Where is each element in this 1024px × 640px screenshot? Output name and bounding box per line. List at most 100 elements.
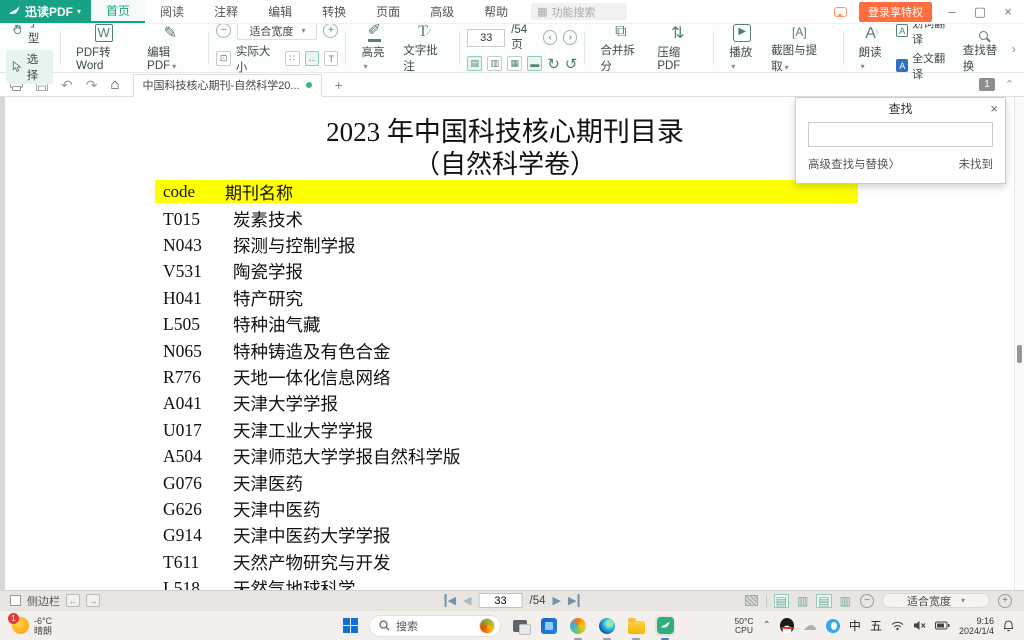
single-page-view-button[interactable]: ▤ <box>467 56 482 71</box>
table-row: H041特产研究 <box>163 285 461 311</box>
single-page-mode-button[interactable]: ▤ <box>775 595 788 607</box>
ime-chinese-icon[interactable]: 中 <box>849 617 861 634</box>
zoom-mode-select[interactable]: 适合宽度▾ <box>882 593 990 608</box>
wifi-icon[interactable] <box>891 620 904 631</box>
capture-icon: [A] <box>792 22 807 40</box>
rotate-cw-icon[interactable]: ↻ <box>547 55 560 73</box>
cpu-widget[interactable]: 50°C CPU <box>735 617 754 635</box>
find-input[interactable] <box>808 122 993 147</box>
four-page-view-button[interactable]: ▦ <box>507 56 522 71</box>
document-tab[interactable]: 中国科技核心期刊-自然科学20... <box>133 74 322 97</box>
background-pattern-icon[interactable] <box>745 595 758 606</box>
document-page[interactable]: 2023 年中国科技核心期刊目录 （自然科学卷） code 期刊名称 T015炭… <box>0 97 1024 590</box>
file-explorer-icon[interactable] <box>626 616 646 636</box>
minimize-button[interactable]: – <box>944 4 960 19</box>
fit-width-view-button[interactable]: ▬ <box>527 56 542 71</box>
browser-360-icon[interactable] <box>568 616 588 636</box>
two-page-mode-button[interactable]: ▥ <box>796 595 809 607</box>
advanced-find-link[interactable]: 高级查找与替换〉 <box>808 156 900 172</box>
history-back-button[interactable]: ← <box>66 594 80 607</box>
actual-size-icon[interactable]: ⊡ <box>216 51 230 66</box>
continuous-mode-button[interactable]: ▤ <box>817 595 830 607</box>
first-page-button[interactable]: ◀ <box>445 594 456 607</box>
merge-split-button[interactable]: ⧉ 合并拆分 <box>592 22 649 74</box>
start-button[interactable] <box>340 616 360 636</box>
full-translate-button[interactable]: A 全文翻译 <box>896 50 950 82</box>
tray-expand-chevron[interactable]: ⌃ <box>763 620 771 631</box>
table-row: G626天津中医药 <box>163 496 461 522</box>
fit-width-select[interactable]: 适合宽度▾ <box>237 22 317 40</box>
rotate-ccw-icon[interactable]: ↺ <box>565 55 578 73</box>
play-button[interactable]: ▶ 播放▾ <box>721 24 763 72</box>
history-forward-button[interactable]: → <box>86 594 100 607</box>
ime-wubi-icon[interactable]: 五 <box>870 617 882 634</box>
pc-manager-icon[interactable] <box>826 619 840 633</box>
menu-tab-page[interactable]: 页面 <box>361 0 415 23</box>
menu-tab-home[interactable]: 首页 <box>91 0 145 23</box>
menu-tab-convert[interactable]: 转换 <box>307 0 361 23</box>
continuous-two-page-button[interactable]: ▥ <box>839 595 852 607</box>
function-search-input[interactable]: ▦ 功能搜索 <box>531 3 627 20</box>
zoom-in-button[interactable]: + <box>323 23 338 38</box>
notification-bell-icon[interactable] <box>1003 620 1014 632</box>
menu-tab-help[interactable]: 帮助 <box>469 0 523 23</box>
statusbar-page-input[interactable] <box>479 593 523 608</box>
feedback-bubble-icon[interactable] <box>834 7 847 17</box>
close-icon[interactable]: × <box>990 101 998 116</box>
next-page-button[interactable]: › <box>563 30 577 45</box>
home-button[interactable]: ⌂ <box>110 76 119 93</box>
sidebar-checkbox[interactable] <box>10 595 21 606</box>
menu-tab-annotate[interactable]: 注释 <box>199 0 253 23</box>
battery-icon[interactable] <box>935 621 950 630</box>
login-button[interactable]: 登录享特权 <box>859 2 932 22</box>
vertical-scrollbar[interactable] <box>1014 97 1024 590</box>
menu-tab-read[interactable]: 阅读 <box>145 0 199 23</box>
compress-pdf-button[interactable]: ⇅ 压缩PDF <box>649 24 706 72</box>
compress-icon: ⇅ <box>671 24 684 42</box>
menu-tab-edit[interactable]: 编辑 <box>253 0 307 23</box>
maximize-button[interactable]: ▢ <box>972 4 988 20</box>
zoom-out-button[interactable]: − <box>216 23 231 38</box>
scrollbar-thumb[interactable] <box>1017 345 1022 363</box>
qq-icon[interactable] <box>780 618 794 633</box>
weather-widget[interactable]: 1 -6°C 晴朗 <box>0 616 52 636</box>
toolbar-more-chevron[interactable]: › <box>1012 41 1018 56</box>
highlight-button[interactable]: ✐ 高亮▾ <box>353 24 395 72</box>
pdf-app-icon[interactable] <box>655 616 675 636</box>
notification-badge[interactable]: 1 <box>979 78 995 91</box>
clock[interactable]: 9:16 2024/1/4 <box>959 616 994 636</box>
two-page-view-button[interactable]: ▥ <box>487 56 502 71</box>
header-code: code <box>155 182 225 202</box>
zoom-in-button[interactable]: + <box>998 594 1012 608</box>
volume-muted-icon[interactable] <box>913 620 926 631</box>
app-icon-blue[interactable] <box>539 616 559 636</box>
table-row: G076天津医药 <box>163 470 461 496</box>
fit-page-button[interactable]: ∷ <box>285 51 299 66</box>
app-logo[interactable]: 迅读PDF ▾ <box>0 0 91 23</box>
redo-button[interactable]: ↷ <box>86 78 98 92</box>
capture-extract-button[interactable]: [A] 截图与提取▾ <box>763 22 836 74</box>
read-aloud-button[interactable]: A⁾ 朗读▾ <box>851 24 893 72</box>
pdf-to-word-button[interactable]: W PDF转Word <box>68 24 139 72</box>
last-page-button[interactable]: ▶ <box>568 594 579 607</box>
fit-text-button[interactable]: T <box>324 51 338 66</box>
close-button[interactable]: × <box>1000 4 1016 19</box>
menu-tab-advanced[interactable]: 高级 <box>415 0 469 23</box>
task-view-button[interactable] <box>510 616 530 636</box>
collapse-toolbar-chevron[interactable]: ⌃ <box>1005 78 1014 91</box>
prev-page-button[interactable]: ◀ <box>463 594 471 607</box>
toolbar-page-input[interactable] <box>467 29 505 47</box>
new-tab-button[interactable]: + <box>335 77 343 93</box>
cloud-icon[interactable]: ☁ <box>803 617 817 634</box>
select-tool-button[interactable]: 选择 <box>6 50 53 84</box>
prev-page-button[interactable]: ‹ <box>543 30 557 45</box>
taskbar-search[interactable]: 搜索 <box>369 615 501 637</box>
edit-pdf-button[interactable]: ✎ 编辑PDF▾ <box>139 24 201 72</box>
edge-icon[interactable] <box>597 616 617 636</box>
zoom-out-button[interactable]: − <box>860 594 874 608</box>
fit-visible-button[interactable]: ‥ <box>305 51 319 66</box>
next-page-button[interactable]: ▶ <box>553 594 561 607</box>
find-replace-button[interactable]: 查找替换 <box>955 22 1012 74</box>
text-annotation-button[interactable]: T∕ 文字批注 <box>395 22 452 74</box>
undo-button[interactable]: ↶ <box>61 78 73 92</box>
